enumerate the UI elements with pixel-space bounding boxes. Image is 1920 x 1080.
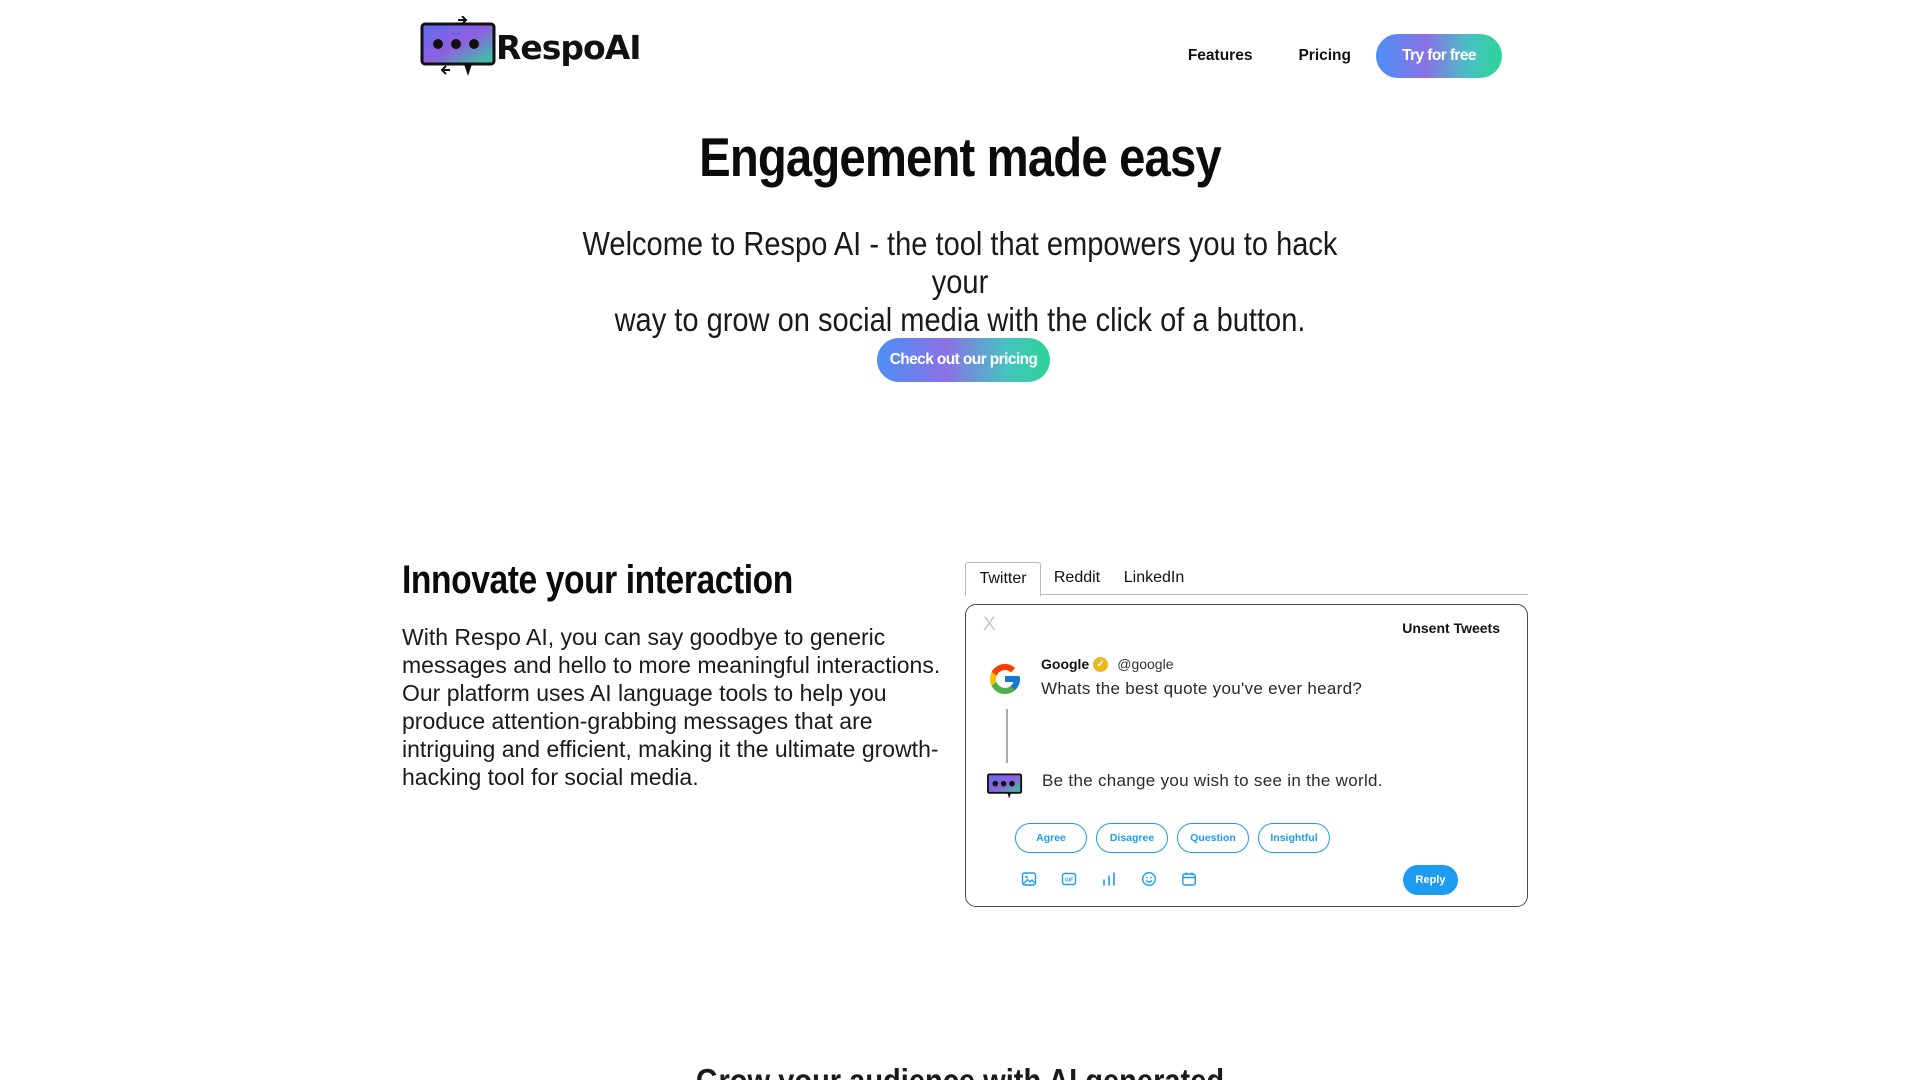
schedule-icon[interactable] — [1180, 870, 1198, 888]
unsent-tweets-label[interactable]: Unsent Tweets — [1402, 620, 1500, 636]
tab-linkedin[interactable]: LinkedIn — [1115, 562, 1193, 593]
tweet-author: Google ✓ @google — [1041, 656, 1174, 672]
top-nav: Features Pricing Try for free — [1188, 34, 1502, 78]
chip-question[interactable]: Question — [1177, 823, 1249, 853]
try-for-free-button[interactable]: Try for free — [1376, 34, 1502, 78]
brand-name: RespoAI — [496, 27, 642, 67]
tweet-composer-card: X Unsent Tweets Google ✓ @google Whats t… — [965, 604, 1528, 907]
generated-reply-text[interactable]: Be the change you wish to see in the wor… — [1042, 771, 1383, 791]
tab-reddit[interactable]: Reddit — [1045, 562, 1109, 593]
check-pricing-button[interactable]: Check out our pricing — [877, 338, 1050, 382]
next-section-heading: Grow your audience with AI generated — [115, 1062, 1805, 1080]
hero-subtitle-line2: way to grow on social media with the cli… — [614, 301, 1306, 338]
hero-subtitle: Welcome to Respo AI - the tool that empo… — [573, 225, 1347, 339]
feature-title: Innovate your interaction — [402, 558, 793, 602]
logo-icon — [420, 16, 496, 76]
tab-twitter[interactable]: Twitter — [965, 562, 1041, 597]
poll-icon[interactable] — [1100, 870, 1118, 888]
verified-badge-icon: ✓ — [1093, 656, 1109, 672]
tone-chips: Agree Disagree Question Insightful — [1015, 823, 1339, 853]
respoai-avatar-icon — [987, 773, 1023, 799]
tweet-author-name: Google — [1041, 656, 1090, 672]
svg-text:GIF: GIF — [1065, 878, 1073, 884]
logo[interactable]: RespoAI — [420, 16, 642, 78]
hero-title: Engagement made easy — [699, 126, 1222, 188]
tweet-author-handle: @google — [1117, 656, 1174, 672]
thread-line — [1006, 709, 1008, 763]
composer-toolbar: GIF — [1020, 870, 1220, 888]
nav-link-pricing[interactable]: Pricing — [1298, 47, 1351, 65]
chip-agree[interactable]: Agree — [1015, 823, 1087, 853]
feature-description: With Respo AI, you can say goodbye to ge… — [402, 624, 941, 790]
image-icon[interactable] — [1020, 870, 1038, 888]
gif-icon[interactable]: GIF — [1060, 870, 1078, 888]
reply-button[interactable]: Reply — [1403, 865, 1458, 895]
hero-subtitle-line1: Welcome to Respo AI - the tool that empo… — [582, 225, 1338, 300]
nav-link-features[interactable]: Features — [1188, 47, 1253, 65]
emoji-icon[interactable] — [1140, 870, 1158, 888]
tweet-text: Whats the best quote you've ever heard? — [1041, 679, 1363, 698]
google-avatar-icon — [990, 664, 1020, 694]
landing-page: RespoAI Features Pricing Try for free En… — [0, 0, 1920, 1080]
platform-tabs: Twitter Reddit LinkedIn — [965, 562, 1528, 597]
chip-insightful[interactable]: Insightful — [1258, 823, 1330, 853]
close-button[interactable]: X — [983, 614, 996, 636]
chip-disagree[interactable]: Disagree — [1096, 823, 1168, 853]
